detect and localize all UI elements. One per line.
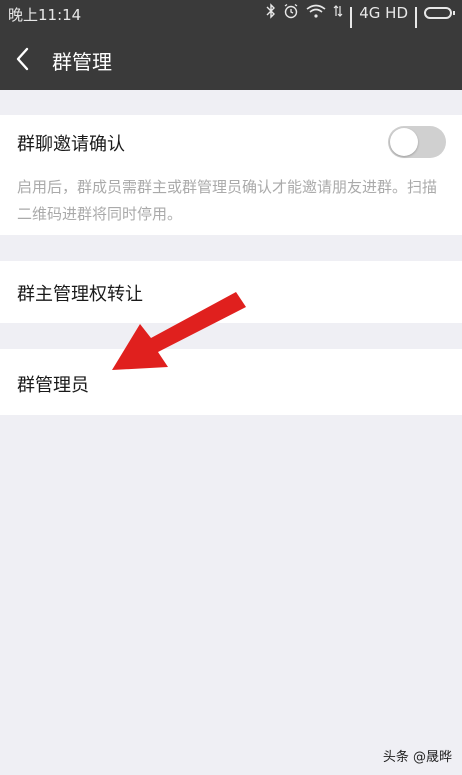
page-title: 群管理 bbox=[52, 50, 112, 74]
chevron-left-icon[interactable] bbox=[14, 45, 34, 73]
invite-confirm-toggle[interactable] bbox=[388, 126, 446, 158]
network-type: 4G HD bbox=[359, 4, 408, 22]
bluetooth-icon bbox=[266, 3, 276, 23]
status-bar: 晚上11:14 4G HD bbox=[0, 0, 462, 42]
status-time: 晚上11:14 bbox=[8, 6, 82, 24]
invite-confirm-section: 群聊邀请确认 启用后，群成员需群主或群管理员确认才能邀请朋友进群。扫描二维码进群… bbox=[0, 115, 462, 235]
signal-icon bbox=[350, 7, 353, 42]
wifi-icon bbox=[306, 4, 326, 22]
group-admins-label: 群管理员 bbox=[17, 375, 89, 396]
transfer-owner-label: 群主管理权转让 bbox=[17, 284, 143, 305]
status-icons: 4G HD bbox=[266, 3, 455, 42]
group-admins-row[interactable]: 群管理员 bbox=[0, 349, 462, 415]
battery-icon bbox=[424, 7, 455, 19]
title-bar: 群管理 bbox=[0, 28, 462, 90]
watermark: 头条 @晟晔 bbox=[382, 750, 452, 765]
transfer-owner-row[interactable]: 群主管理权转让 bbox=[0, 261, 462, 323]
alarm-icon bbox=[283, 3, 299, 23]
invite-confirm-label: 群聊邀请确认 bbox=[17, 134, 125, 155]
invite-confirm-description: 启用后，群成员需群主或群管理员确认才能邀请朋友进群。扫描二维码进群将同时停用。 bbox=[17, 178, 438, 223]
data-transfer-icon bbox=[333, 4, 343, 22]
signal-icon-2 bbox=[415, 7, 417, 42]
toggle-knob bbox=[390, 128, 418, 156]
